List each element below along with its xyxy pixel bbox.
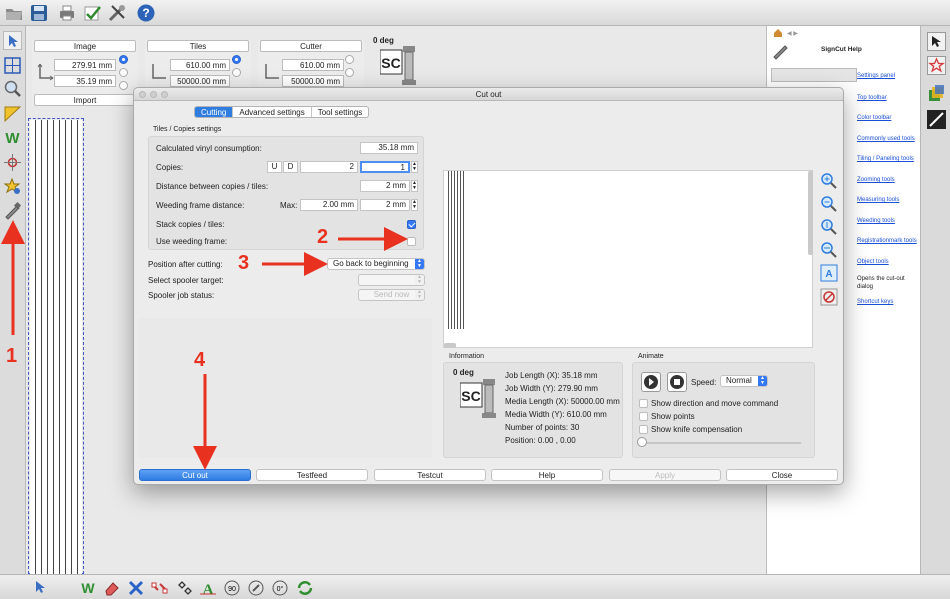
annotation-arrows bbox=[1, 220, 408, 470]
annotation-2: 2 bbox=[317, 226, 329, 248]
annotation-3: 3 bbox=[238, 252, 250, 274]
annotation-4: 4 bbox=[194, 349, 206, 371]
annotation-1: 1 bbox=[6, 345, 18, 367]
